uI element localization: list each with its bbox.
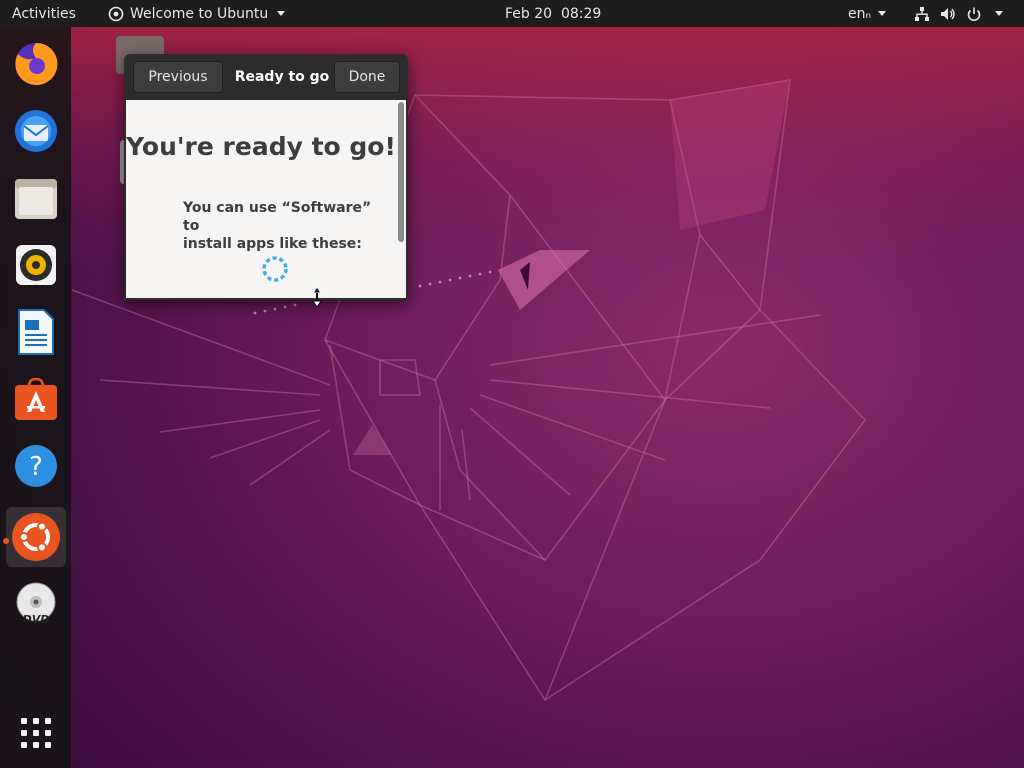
dock: ? DVD (0, 27, 71, 768)
dock-ubuntu-welcome[interactable] (6, 507, 66, 567)
top-bar: Activities Welcome to Ubuntu Feb 20 08:2… (0, 0, 1024, 27)
app-menu-label: Welcome to Ubuntu (130, 5, 269, 22)
loading-spinner-icon (262, 256, 288, 282)
description-line-2: install apps like these: (183, 236, 362, 252)
page-heading: You're ready to go! (126, 132, 396, 161)
dialog-header-bar[interactable]: Previous Ready to go Done (124, 54, 408, 100)
network-wired-icon (915, 6, 929, 21)
chevron-down-icon (878, 11, 887, 16)
page-description: You can use “Software” to install apps l… (183, 199, 383, 253)
resize-cursor-icon (312, 286, 322, 308)
dock-libreoffice-writer[interactable] (6, 302, 66, 362)
svg-text:?: ? (29, 452, 43, 482)
done-button[interactable]: Done (334, 61, 400, 93)
activities-label: Activities (12, 5, 76, 22)
chevron-down-icon (995, 11, 1003, 16)
libreoffice-writer-icon (18, 309, 54, 355)
volume-icon (941, 7, 955, 20)
help-icon: ? (15, 445, 57, 487)
dock-rhythmbox[interactable] (6, 235, 66, 295)
clock-label: Feb 20 08:29 (505, 5, 602, 22)
svg-text:DVD: DVD (23, 613, 50, 626)
dvd-icon: DVD (16, 582, 56, 626)
chevron-down-icon (277, 11, 286, 16)
dock-dvd[interactable]: DVD (6, 574, 66, 634)
dock-firefox[interactable] (6, 34, 66, 94)
activities-button[interactable]: Activities (12, 0, 76, 27)
dock-thunderbird[interactable] (6, 101, 66, 161)
ubuntu-welcome-small-icon (108, 6, 124, 21)
dock-help[interactable]: ? (6, 436, 66, 496)
description-line-1: You can use “Software” to (183, 200, 372, 234)
scrollbar-thumb[interactable] (398, 102, 404, 242)
app-menu[interactable]: Welcome to Ubuntu (108, 0, 286, 27)
power-icon (967, 7, 981, 21)
ubuntu-welcome-icon (12, 513, 60, 561)
vertical-scrollbar[interactable] (396, 102, 404, 242)
rhythmbox-icon (16, 245, 56, 285)
language-label: enₙ (848, 5, 872, 22)
running-indicator (3, 538, 9, 544)
system-menu[interactable] (914, 0, 1003, 27)
previous-button[interactable]: Previous (133, 61, 223, 93)
ubuntu-software-icon (15, 377, 57, 420)
firefox-icon (15, 42, 58, 85)
welcome-dialog: Previous Ready to go Done You're ready t… (124, 54, 408, 300)
thunderbird-icon (15, 110, 57, 152)
dialog-content: You're ready to go! You can use “Softwar… (126, 100, 406, 298)
clock[interactable]: Feb 20 08:29 (505, 0, 601, 27)
dock-ubuntu-software[interactable] (6, 369, 66, 429)
dock-files[interactable] (6, 168, 66, 228)
files-icon (15, 179, 57, 219)
show-apps-icon (21, 718, 51, 748)
dock-show-applications[interactable] (6, 703, 66, 763)
input-language-indicator[interactable]: enₙ (848, 0, 887, 27)
dialog-title: Ready to go (234, 69, 330, 85)
